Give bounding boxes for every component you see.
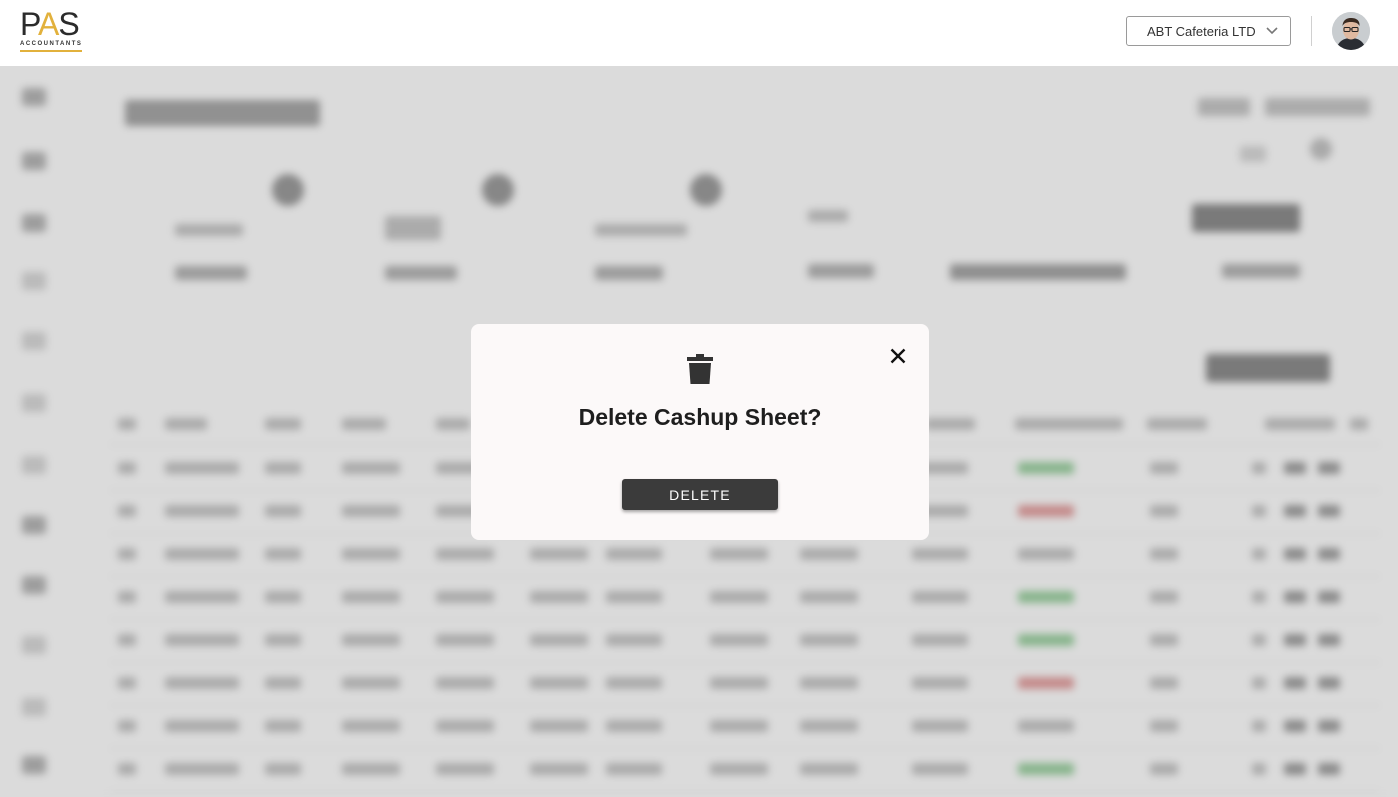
pas-logo[interactable]: PAS ACCOUNTANTS (20, 8, 84, 56)
user-avatar[interactable] (1332, 12, 1370, 50)
header-divider (1311, 16, 1312, 46)
trash-icon (687, 354, 713, 384)
company-selector-value: ABT Cafeteria LTD (1147, 23, 1256, 39)
delete-cashup-dialog: Delete Cashup Sheet? DELETE (471, 324, 929, 540)
logo-underline (20, 50, 82, 52)
close-icon[interactable] (888, 346, 908, 366)
app-header: PAS ACCOUNTANTS ABT Cafeteria LTD (0, 0, 1398, 66)
logo-subtext: ACCOUNTANTS (20, 41, 83, 47)
delete-button[interactable]: DELETE (622, 479, 778, 510)
logo-mark: PAS (20, 6, 80, 42)
avatar-image (1332, 12, 1370, 50)
company-selector[interactable]: ABT Cafeteria LTD (1126, 16, 1291, 46)
chevron-down-icon (1266, 27, 1278, 35)
dialog-title: Delete Cashup Sheet? (578, 404, 822, 430)
